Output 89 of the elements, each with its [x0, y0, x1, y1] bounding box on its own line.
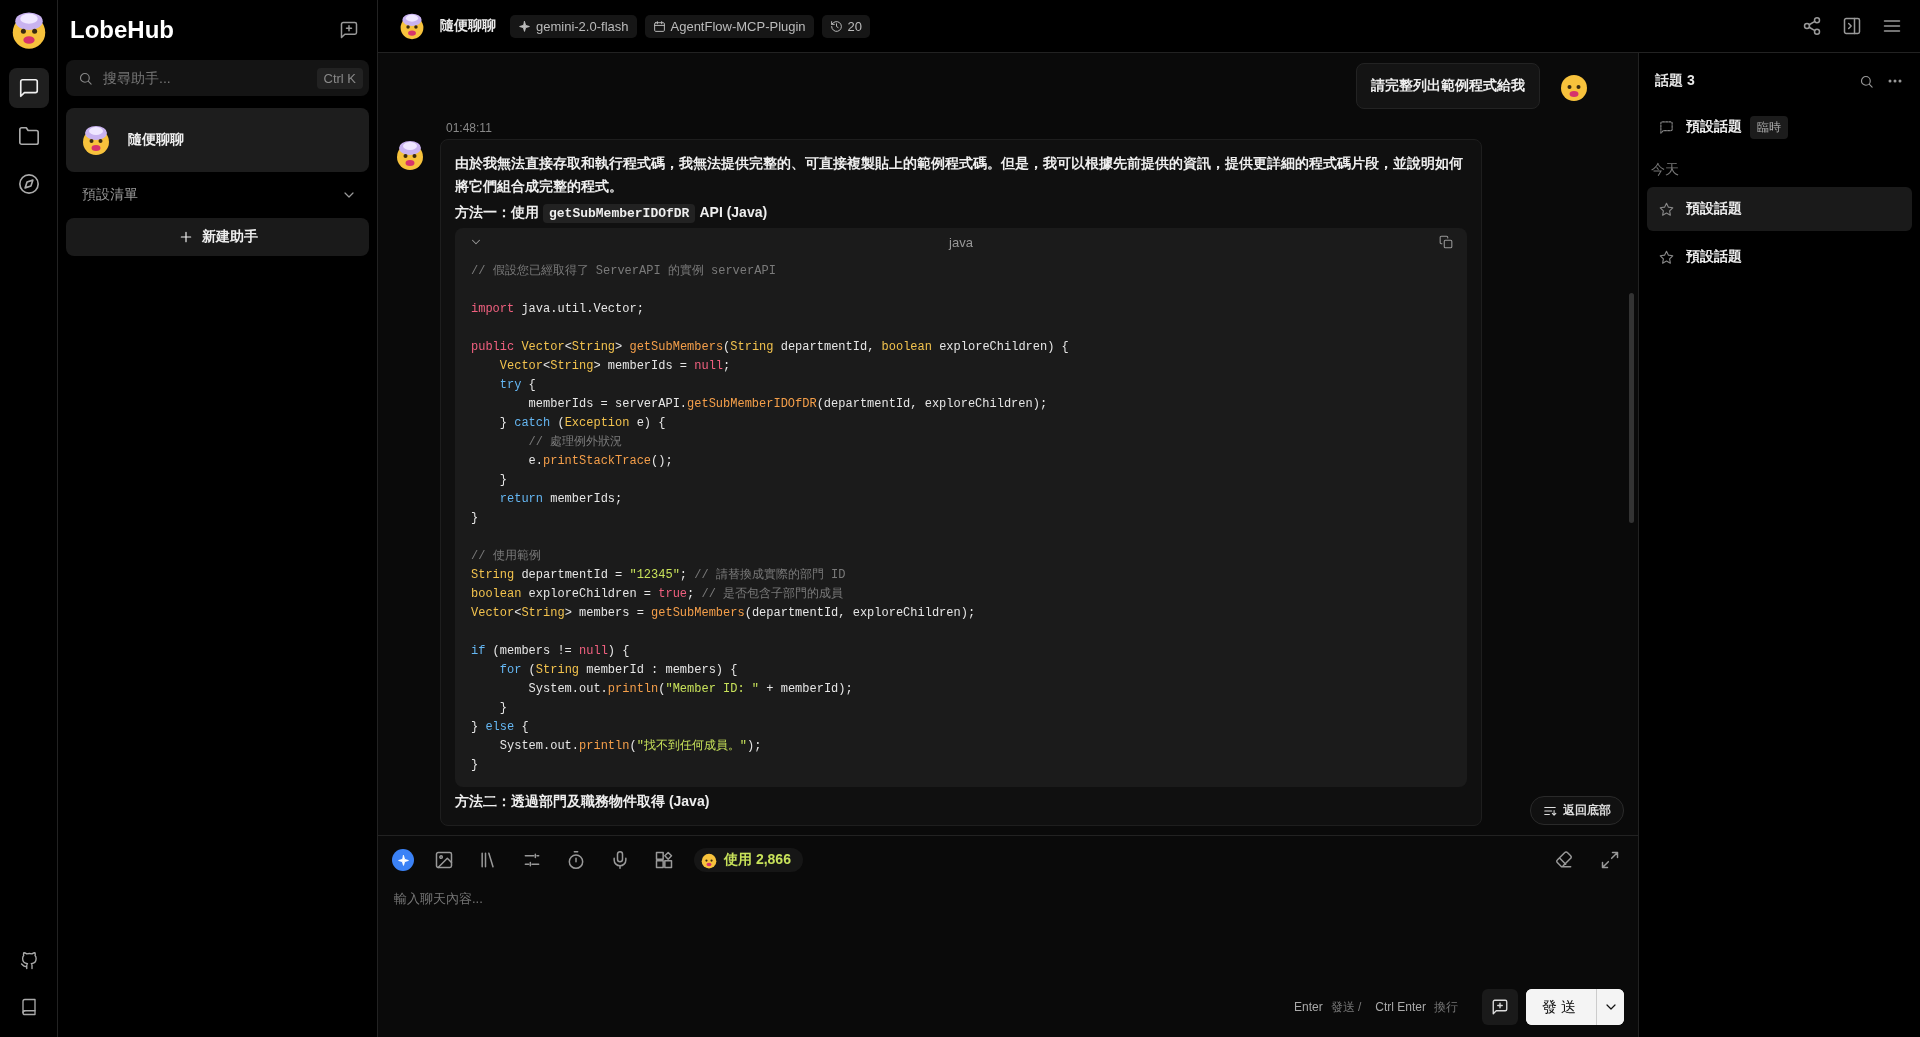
code-line: System.out.println("找不到任何成員。");	[498, 738, 763, 755]
code-line: public Vector<String> getSubMembers(String departmentId, boolean exploreChildren) {	[471, 339, 1070, 356]
code-line: }	[471, 757, 480, 774]
chat-bubble-icon	[17, 77, 40, 99]
new-topic-button[interactable]	[1482, 989, 1518, 1025]
topic-item[interactable]: 預設話題	[1647, 235, 1912, 279]
search-icon	[78, 70, 93, 86]
avatar-icon	[700, 851, 718, 869]
code-line: // 使用範例	[471, 548, 542, 565]
code-line: memberIds = serverAPI.getSubMemberIDOfDR(departmentId, exploreChildren);	[527, 396, 1049, 413]
topics-title: 話題 3	[1655, 72, 1695, 90]
new-chat-icon	[339, 20, 359, 40]
share-icon	[1802, 16, 1822, 36]
code-line: e.printStackTrace();	[527, 453, 674, 470]
message-time: 01:48:11	[446, 121, 493, 135]
topic-item[interactable]: 預設話題 臨時	[1647, 105, 1912, 149]
user-message: 請完整列出範例程式給我	[1356, 63, 1540, 109]
code-line: }	[498, 700, 508, 717]
sparkle-icon	[396, 853, 410, 867]
new-topic-icon	[1491, 998, 1509, 1016]
assistant-item[interactable]: 隨便聊聊	[66, 108, 369, 172]
image-icon	[434, 850, 454, 870]
info-tag[interactable]: AgentFlow-MCP-Plugin	[644, 14, 814, 38]
eraser-icon	[1554, 850, 1574, 870]
cat-icon	[19, 952, 38, 970]
new-assistant-button[interactable]: 新建助手	[66, 218, 369, 256]
message-paragraph: 由於我無法直接存取和執行程式碼，我無法提供完整的、可直接複製貼上的範例程式碼。但是，我可以根據先前提供的資訊，提供更詳細的程式碼片段，並說明如何將它們組合成完整的程式。	[455, 154, 1464, 196]
code-line: String departmentId = "12345"; // 請替換成實際的部門 ID	[471, 567, 847, 584]
token-usage[interactable]: 使用 2,866	[694, 848, 803, 872]
search-icon	[1859, 73, 1874, 89]
code-line: try {	[498, 377, 537, 394]
section-heading: 方法一：使用 getSubMemberIDOfDR API (Java)	[455, 204, 769, 222]
code-language: java	[949, 234, 973, 250]
key-hint: Enter	[1293, 1000, 1323, 1014]
info-tag[interactable]: gemini-2.0-flash	[510, 14, 637, 38]
scroll-to-bottom-button[interactable]: 返回底部	[1530, 796, 1624, 825]
code-line: }	[471, 510, 480, 527]
nav-button[interactable]	[8, 68, 49, 108]
code-line: if (members != null) {	[471, 643, 631, 660]
section-heading: 方法二：透過部門及職務物件取得 (Java)	[455, 793, 711, 811]
scrollbar[interactable]	[1629, 293, 1634, 523]
group-header[interactable]: 預設清單	[66, 172, 369, 218]
sliders-icon	[522, 850, 542, 870]
history-icon	[829, 19, 843, 33]
key-hint-action: 發送 /	[1330, 998, 1362, 1016]
code-line: for (String memberId : members) {	[498, 662, 739, 679]
group-label: 今天	[1650, 160, 1680, 179]
avatar-icon	[394, 139, 426, 171]
more-icon	[1888, 79, 1902, 83]
code-line: Vector<String> members = getSubMembers(departmentId, exploreChildren);	[471, 605, 977, 622]
copy-icon	[1439, 235, 1453, 249]
info-tag[interactable]: 20	[821, 14, 871, 38]
code-line: return memberIds;	[498, 491, 624, 508]
code-line: } else {	[471, 719, 530, 736]
compass-icon	[17, 173, 40, 195]
panel-icon	[1842, 16, 1862, 36]
key-hint-action: 換行	[1434, 998, 1458, 1016]
code-line: // 假設您已經取得了 ServerAPI 的實例 serverAPI	[471, 263, 777, 280]
topic-item[interactable]: 預設話題	[1647, 187, 1912, 231]
star-icon[interactable]	[1659, 249, 1674, 265]
model-button[interactable]	[392, 849, 414, 871]
search-bar[interactable]: 搜尋助手... Ctrl K	[66, 60, 369, 96]
brand-title: LobeHub	[70, 16, 174, 44]
code-line: Vector<String> memberIds = null;	[498, 358, 732, 375]
code-line: // 處理例外狀況	[527, 434, 624, 451]
microphone-icon	[610, 850, 630, 870]
code-line: }	[498, 472, 508, 489]
expand-icon	[1600, 850, 1620, 870]
calendar-icon	[652, 19, 666, 33]
code-line: System.out.println("Member ID: " + memberId);	[527, 681, 854, 698]
book-icon	[19, 998, 38, 1016]
blocks-icon	[654, 850, 674, 870]
chat-input[interactable]: 輸入聊天內容...	[392, 886, 1624, 989]
avatar-icon	[80, 124, 112, 156]
star-icon[interactable]	[1659, 201, 1674, 217]
key-hint: Ctrl Enter	[1375, 1000, 1426, 1014]
code-line: boolean exploreChildren = true; // 是否包含子部門的成員	[471, 586, 845, 603]
send-options-button[interactable]	[1596, 989, 1624, 1025]
timer-icon	[566, 850, 586, 870]
sparkle-icon	[518, 19, 531, 33]
code-line: } catch (Exception e) {	[498, 415, 667, 432]
shortcut-hint: Ctrl K	[316, 67, 363, 89]
avatar-icon	[398, 12, 426, 40]
code-line: import java.util.Vector;	[471, 301, 645, 318]
search-input[interactable]: 搜尋助手...	[101, 69, 309, 87]
temporary-tag: 臨時	[1750, 115, 1788, 139]
dashed-bubble-icon	[1659, 119, 1674, 135]
folder-icon	[17, 125, 40, 147]
chat-title: 隨便聊聊	[440, 17, 496, 35]
